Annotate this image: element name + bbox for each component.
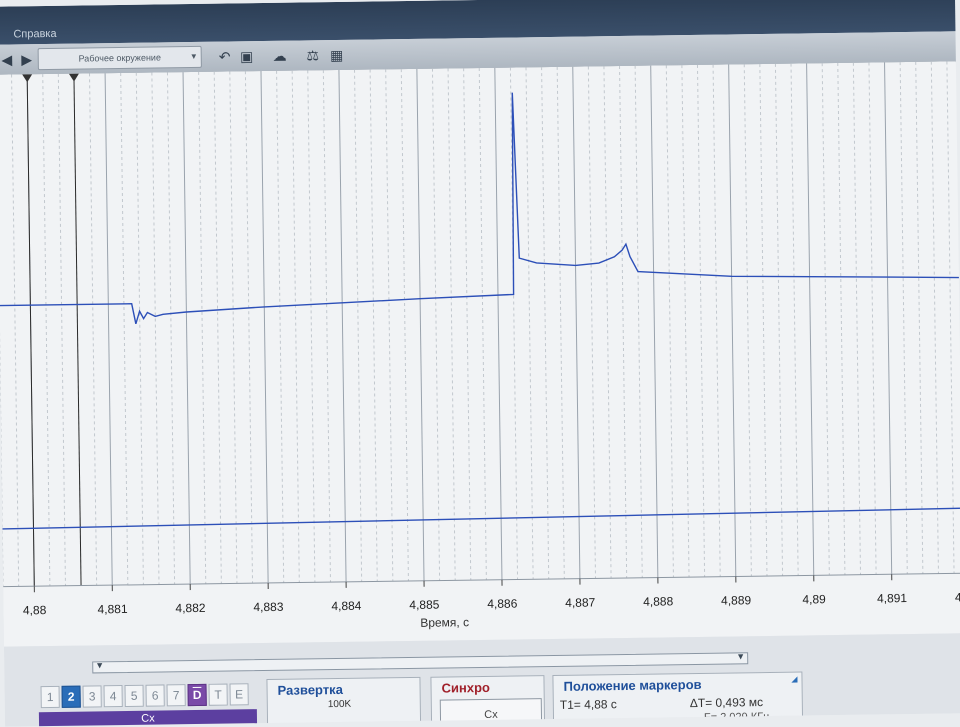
channel-tab-7[interactable]: 7 (166, 684, 185, 706)
channel-tabs: 1234567DTE (41, 683, 251, 708)
channel-label: Cx (39, 709, 257, 727)
save-icon[interactable]: ▣ (238, 47, 256, 65)
x-tick-label: 4,884 (331, 599, 362, 613)
x-tick-label: 4,887 (565, 595, 596, 609)
channel-tab-t[interactable]: T (208, 684, 227, 706)
channel-tab-3[interactable]: 3 (83, 685, 102, 707)
workspace-dropdown[interactable]: Рабочее окружение ▼ (38, 46, 202, 70)
sync-group: Синхро Cx (430, 675, 545, 727)
marker-dt-value: ΔT= 0,493 мс (690, 695, 764, 710)
bottom-panel: ▼ ▼ 1234567DTE Cx Развертка 100K Синхро … (4, 633, 960, 726)
sweep-title: Развертка (277, 682, 342, 698)
channel-tab-1[interactable]: 1 (41, 686, 60, 708)
channel-tab-d[interactable]: D (187, 684, 206, 706)
menu-item-help[interactable]: Справка (13, 28, 56, 41)
x-tick-label: 4,892 (955, 590, 960, 604)
sweep-value[interactable]: 100K (328, 699, 352, 710)
horizontal-scrollbar[interactable]: ▼ ▼ (92, 652, 748, 673)
chevron-down-icon: ▼ (190, 47, 198, 67)
channel-tab-6[interactable]: 6 (146, 684, 165, 706)
x-tick-label: 4,882 (175, 601, 206, 615)
scroll-left-icon[interactable]: ▼ (95, 660, 104, 670)
x-axis-label: Время, с (420, 615, 469, 630)
grid-icon[interactable]: ▦ (328, 46, 346, 64)
forward-icon[interactable]: ▶ (18, 50, 36, 68)
x-tick-label: 4,883 (253, 600, 284, 614)
channel-tab-5[interactable]: 5 (125, 685, 144, 707)
back-icon[interactable]: ◀ (0, 50, 16, 68)
cloud-icon[interactable]: ☁ (271, 47, 289, 65)
sweep-group: Развертка 100K (266, 677, 421, 727)
markers-group: Положение маркеров ◢ T1= 4,88 c ΔT= 0,49… (552, 672, 803, 727)
channel-tab-2[interactable]: 2 (62, 686, 81, 708)
oscilloscope-app: Справка ◀ ▶ Рабочее окружение ▼ ↶ ▣ ☁ ⚖ … (0, 0, 960, 727)
marker-t1-value: T1= 4,88 c (560, 697, 617, 712)
channel-tab-4[interactable]: 4 (104, 685, 123, 707)
x-tick-label: 4,88 (23, 603, 47, 617)
workspace-dropdown-value: Рабочее окружение (78, 52, 160, 63)
channel-tab-e[interactable]: E (229, 683, 248, 705)
scroll-right-icon[interactable]: ▼ (736, 651, 745, 661)
x-tick-label: 4,888 (643, 594, 674, 608)
oscilloscope-plot[interactable]: 4,88 4,881 4,882 4,883 4,884 4,885 4,886 4,887 4… (0, 61, 960, 647)
x-tick-label: 4,885 (409, 598, 440, 612)
x-tick-label: 4,886 (487, 596, 518, 610)
marker-freq-value: F= 2,029 КГц (704, 711, 770, 724)
undo-icon[interactable]: ↶ (216, 47, 234, 65)
expand-corner-icon[interactable]: ◢ (791, 675, 797, 684)
sync-title: Синхро (441, 680, 490, 696)
x-tick-label: 4,89 (802, 592, 826, 606)
x-tick-label: 4,891 (877, 591, 908, 605)
markers-title: Положение маркеров (563, 677, 701, 694)
x-tick-label: 4,889 (721, 593, 752, 607)
x-tick-label: 4,881 (97, 602, 128, 616)
scale-icon[interactable]: ⚖ (304, 46, 322, 64)
sync-source-button[interactable]: Cx (440, 698, 542, 726)
